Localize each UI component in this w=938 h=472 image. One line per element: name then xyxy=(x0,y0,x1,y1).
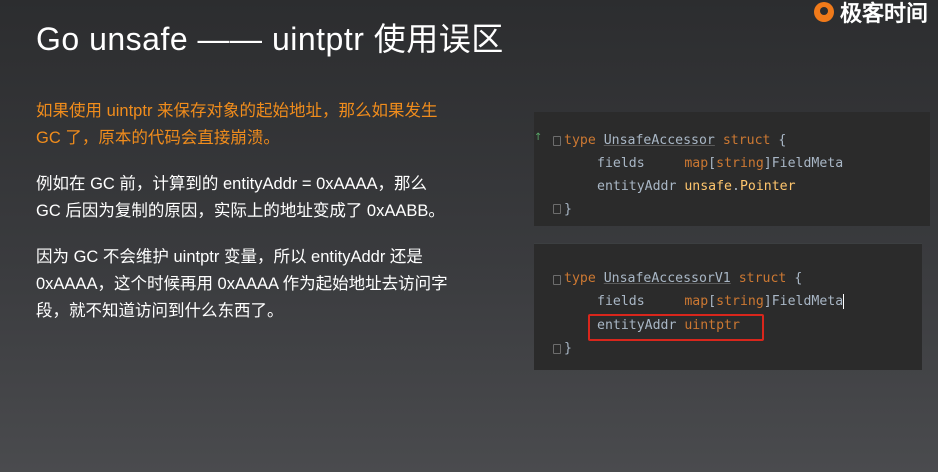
code-line-close: } xyxy=(564,202,572,217)
logo-text: 极客时间 xyxy=(840,1,929,24)
type-name: UnsafeAccessorV1 xyxy=(603,271,731,286)
fold-close-icon[interactable] xyxy=(553,344,561,354)
logo-icon xyxy=(814,2,834,22)
code-panel-unsafe-accessor-v1: type UnsafeAccessorV1 struct { fields ma… xyxy=(534,243,922,370)
explanation-text: 如果使用 uintptr 来保存对象的起始地址，那么如果发生 GC 了，原本的代… xyxy=(36,98,456,344)
highlight-paragraph: 如果使用 uintptr 来保存对象的起始地址，那么如果发生 GC 了，原本的代… xyxy=(36,102,438,147)
fold-open-icon[interactable] xyxy=(553,136,561,146)
fold-close-icon[interactable] xyxy=(553,204,561,214)
fold-open-icon[interactable] xyxy=(553,275,561,285)
slide-title: Go unsafe —— uintptr 使用误区 xyxy=(36,21,504,57)
brand-logo: 极客时间 xyxy=(814,0,938,24)
type-name: UnsafeAccessor xyxy=(603,133,715,148)
example-paragraph: 例如在 GC 前，计算到的 entityAddr = 0xAAAA，那么 GC … xyxy=(36,175,445,220)
code-line-entity-addr: entityAddr unsafe.Pointer xyxy=(597,179,796,194)
code-line-fields: fields map[string]FieldMeta xyxy=(597,294,845,309)
code-line-close: } xyxy=(564,341,572,356)
code-line-type-decl: type UnsafeAccessorV1 struct { xyxy=(564,271,803,286)
code-panel-unsafe-accessor: ↑ type UnsafeAccessor struct { fields ma… xyxy=(534,112,930,226)
code-line-fields: fields map[string]FieldMeta xyxy=(597,156,844,171)
highlight-box xyxy=(588,314,764,341)
implementation-gutter-icon: ↑ xyxy=(534,132,543,143)
code-line-type-decl: type UnsafeAccessor struct { xyxy=(564,133,787,148)
reason-paragraph: 因为 GC 不会维护 uintptr 变量，所以 entityAddr 还是0x… xyxy=(36,248,448,320)
